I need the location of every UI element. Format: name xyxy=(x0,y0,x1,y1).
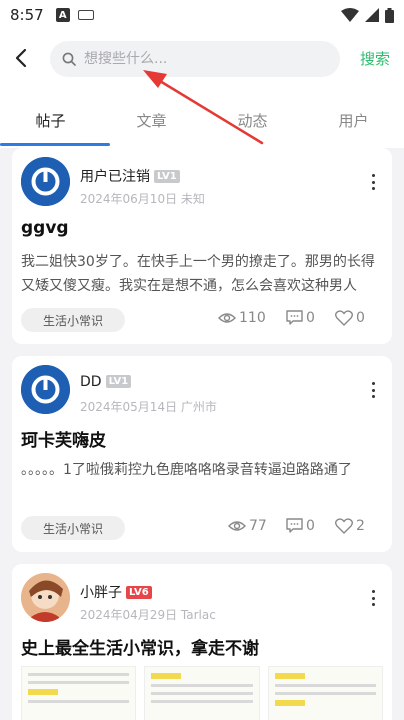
post-footer: 生活小常识 77 0 2 xyxy=(21,516,383,540)
search-button[interactable]: 搜索 xyxy=(360,48,390,69)
tab-posts[interactable]: 帖子 xyxy=(0,92,101,148)
tab-moments[interactable]: 动态 xyxy=(202,92,303,148)
battery-icon xyxy=(385,7,394,23)
topic-tag[interactable]: 生活小常识 xyxy=(21,516,126,540)
heart-icon xyxy=(335,518,353,534)
post-meta: 2024年06月10日 未知 xyxy=(80,190,205,207)
keyboard-icon xyxy=(77,10,94,20)
post-title: 珂卡芙嗨皮 xyxy=(21,431,106,451)
comments-stat[interactable]: 0 xyxy=(286,310,315,326)
post-location: 未知 xyxy=(180,192,205,206)
status-bar: 8:57 A xyxy=(0,0,404,30)
author-name[interactable]: DD LV1 xyxy=(80,374,132,390)
eye-icon xyxy=(228,521,246,531)
post-meta: 2024年04月29日 Tarlac xyxy=(80,606,216,623)
tab-users[interactable]: 用户 xyxy=(303,92,404,148)
more-options-icon[interactable] xyxy=(372,590,376,606)
comments-count: 0 xyxy=(306,310,315,326)
level-badge: LV1 xyxy=(105,375,132,388)
app-notification-icon: A xyxy=(55,8,70,22)
post-feed[interactable]: 用户已注销 LV1 2024年06月10日 未知 ggvg 我二姐快30岁了。在快… xyxy=(0,148,404,720)
likes-count: 0 xyxy=(356,310,365,326)
avatar[interactable] xyxy=(21,573,70,622)
search-header: 搜索 xyxy=(0,30,404,92)
post-title: 史上最全生活小常识，拿走不谢 xyxy=(21,639,259,659)
chevron-left-icon xyxy=(15,48,27,68)
post-location: Tarlac xyxy=(180,608,216,622)
post-card[interactable]: 用户已注销 LV1 2024年06月10日 未知 ggvg 我二姐快30岁了。在快… xyxy=(12,148,392,344)
post-excerpt: 。。。。。1了啦俄莉控九色鹿咯咯咯录音转逼迫路路通了 xyxy=(21,462,352,478)
comment-icon xyxy=(286,518,303,533)
post-location: 广州市 xyxy=(180,400,217,414)
post-excerpt: 我二姐快30岁了。在快手上一个男的撩走了。那男的长得又矮又傻又瘦。我实在是想不通… xyxy=(21,254,375,294)
likes-stat[interactable]: 0 xyxy=(335,310,365,326)
active-tab-indicator xyxy=(0,143,110,146)
topic-tag[interactable]: 生活小常识 xyxy=(21,308,126,332)
author-name-text: 用户已注销 xyxy=(80,169,150,185)
more-options-icon[interactable] xyxy=(372,382,376,398)
author-name-text: 小胖子 xyxy=(80,585,122,601)
status-time: 8:57 xyxy=(10,6,44,24)
comment-icon xyxy=(286,310,303,325)
views-stat: 110 xyxy=(218,310,266,326)
views-count: 77 xyxy=(249,518,267,534)
cartoon-avatar-icon xyxy=(21,573,70,622)
wifi-icon xyxy=(341,8,359,22)
views-count: 110 xyxy=(239,310,266,326)
more-options-icon[interactable] xyxy=(372,174,376,190)
post-images xyxy=(21,666,383,720)
search-icon xyxy=(62,52,76,66)
post-image[interactable] xyxy=(144,666,260,720)
comments-stat[interactable]: 0 xyxy=(286,518,315,534)
post-date: 2024年04月29日 xyxy=(80,608,178,622)
power-logo-icon xyxy=(21,157,70,206)
back-button[interactable] xyxy=(10,46,32,70)
avatar[interactable] xyxy=(21,157,70,206)
heart-icon xyxy=(335,310,353,326)
level-badge: LV1 xyxy=(154,170,180,183)
post-footer: 生活小常识 110 0 0 xyxy=(21,308,383,332)
post-image[interactable] xyxy=(267,666,383,720)
search-input[interactable] xyxy=(84,51,324,67)
post-date: 2024年05月14日 xyxy=(80,400,178,414)
content-tabs: 帖子 文章 动态 用户 xyxy=(0,92,404,148)
post-card[interactable]: DD LV1 2024年05月14日 广州市 珂卡芙嗨皮 。。。。。1了啦俄莉控九… xyxy=(12,356,392,552)
comments-count: 0 xyxy=(306,518,315,534)
signal-icon xyxy=(365,8,379,22)
post-title: ggvg xyxy=(21,218,69,238)
likes-count: 2 xyxy=(356,518,365,534)
level-badge: LV6 xyxy=(126,586,152,599)
likes-stat[interactable]: 2 xyxy=(335,518,365,534)
tab-articles[interactable]: 文章 xyxy=(101,92,202,148)
author-name[interactable]: 小胖子 LV6 xyxy=(80,582,152,602)
author-name[interactable]: 用户已注销 LV1 xyxy=(80,166,180,186)
eye-icon xyxy=(218,313,236,323)
power-logo-icon xyxy=(21,365,70,414)
author-name-text: DD xyxy=(80,374,102,390)
post-date: 2024年06月10日 xyxy=(80,192,178,206)
search-field[interactable] xyxy=(50,41,340,77)
post-image[interactable] xyxy=(21,666,137,720)
views-stat: 77 xyxy=(228,518,267,534)
post-card[interactable]: 小胖子 LV6 2024年04月29日 Tarlac 史上最全生活小常识，拿走不谢 xyxy=(12,564,392,720)
post-meta: 2024年05月14日 广州市 xyxy=(80,398,217,415)
avatar[interactable] xyxy=(21,365,70,414)
